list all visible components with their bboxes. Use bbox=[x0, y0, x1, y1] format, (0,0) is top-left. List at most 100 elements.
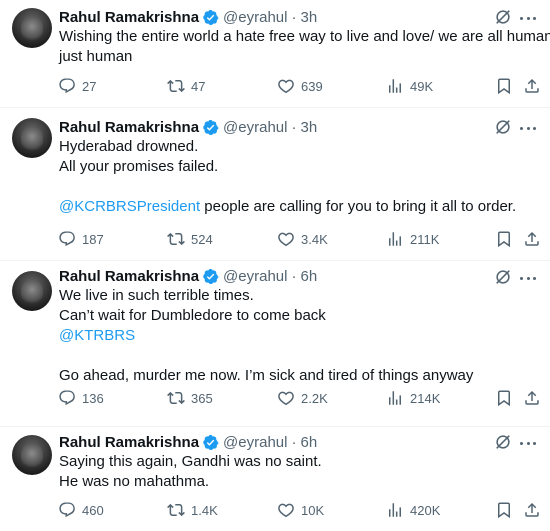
timestamp[interactable]: 6h bbox=[300, 268, 317, 285]
retweet-button[interactable]: 365 bbox=[167, 388, 213, 408]
like-icon bbox=[278, 79, 294, 94]
like-icon bbox=[278, 503, 294, 518]
share-button[interactable] bbox=[523, 76, 541, 96]
tweet[interactable]: Rahul Ramakrishna @eyrahul · 6h We live … bbox=[0, 261, 550, 427]
tweet-actions: 27 47 639 49K bbox=[0, 76, 550, 96]
author-name[interactable]: Rahul Ramakrishna bbox=[59, 268, 199, 285]
views-button[interactable]: 420K bbox=[386, 500, 440, 520]
tweet[interactable]: Rahul Ramakrishna @eyrahul · 6h Saying t… bbox=[0, 427, 550, 531]
reply-button[interactable]: 187 bbox=[58, 229, 104, 249]
tweet-text: Wishing the entire world a hate free way… bbox=[59, 27, 550, 67]
separator-dot: · bbox=[291, 267, 297, 285]
share-icon bbox=[525, 78, 539, 93]
author-handle[interactable]: @eyrahul bbox=[223, 434, 287, 451]
author-name[interactable]: Rahul Ramakrishna bbox=[59, 9, 199, 26]
bookmark-icon bbox=[498, 231, 510, 248]
tweet-text-line: Wishing the entire world a hate free way… bbox=[59, 28, 550, 45]
grok-icon[interactable] bbox=[494, 118, 512, 136]
like-icon bbox=[278, 232, 294, 247]
more-icon[interactable] bbox=[518, 434, 538, 452]
reply-icon bbox=[59, 231, 75, 247]
views-icon bbox=[389, 503, 401, 517]
share-icon bbox=[525, 502, 539, 517]
views-count: 420K bbox=[410, 502, 441, 518]
reply-count: 460 bbox=[82, 502, 104, 518]
like-count: 2.2K bbox=[301, 390, 328, 406]
reply-icon bbox=[59, 390, 75, 406]
timestamp[interactable]: 6h bbox=[300, 434, 317, 451]
views-count: 211K bbox=[410, 231, 440, 247]
bookmark-icon bbox=[498, 502, 510, 519]
retweet-button[interactable]: 524 bbox=[167, 229, 213, 249]
separator-dot: · bbox=[291, 433, 297, 451]
author-name[interactable]: Rahul Ramakrishna bbox=[59, 119, 199, 136]
reply-button[interactable]: 27 bbox=[58, 76, 96, 96]
like-count: 10K bbox=[301, 502, 325, 518]
more-icon[interactable] bbox=[518, 119, 538, 137]
mention-link[interactable]: @KTRBRS bbox=[59, 327, 135, 344]
reply-icon bbox=[59, 502, 75, 518]
grok-icon[interactable] bbox=[494, 433, 512, 451]
views-button[interactable]: 211K bbox=[386, 229, 439, 249]
like-button[interactable]: 3.4K bbox=[277, 229, 328, 249]
tweet-text: Hyderabad drowned. All your promises fai… bbox=[59, 137, 538, 217]
bookmark-button[interactable] bbox=[495, 500, 513, 520]
reply-button[interactable]: 460 bbox=[58, 500, 104, 520]
author-handle[interactable]: @eyrahul bbox=[223, 9, 287, 26]
tweet-text-blank bbox=[59, 177, 538, 197]
grok-icon[interactable] bbox=[494, 8, 512, 26]
timestamp[interactable]: 3h bbox=[300, 9, 317, 26]
views-button[interactable]: 49K bbox=[386, 76, 433, 96]
reply-count: 187 bbox=[82, 231, 104, 247]
tweet-text-line: @KTRBRS bbox=[59, 326, 538, 346]
views-count: 49K bbox=[410, 78, 434, 94]
retweet-count: 47 bbox=[191, 78, 206, 94]
like-button[interactable]: 2.2K bbox=[277, 388, 328, 408]
like-button[interactable]: 10K bbox=[277, 500, 324, 520]
verified-badge-icon bbox=[203, 119, 219, 135]
tweet-header: Rahul Ramakrishna @eyrahul · 6h bbox=[59, 266, 317, 286]
tweet-header: Rahul Ramakrishna @eyrahul · 6h bbox=[59, 432, 317, 452]
author-name[interactable]: Rahul Ramakrishna bbox=[59, 434, 199, 451]
avatar[interactable] bbox=[12, 8, 52, 48]
share-button[interactable] bbox=[523, 229, 541, 249]
bookmark-button[interactable] bbox=[495, 76, 513, 96]
retweet-icon bbox=[167, 232, 185, 246]
reply-icon bbox=[59, 78, 75, 94]
tweet[interactable]: Rahul Ramakrishna @eyrahul · 3h Hyderaba… bbox=[0, 108, 550, 261]
reply-button[interactable]: 136 bbox=[58, 388, 104, 408]
author-handle[interactable]: @eyrahul bbox=[223, 268, 287, 285]
views-button[interactable]: 214K bbox=[386, 388, 440, 408]
share-button[interactable] bbox=[523, 388, 541, 408]
tweet-text: We live in such terrible times. Can’t wa… bbox=[59, 286, 538, 386]
avatar[interactable] bbox=[12, 435, 52, 475]
mention-link[interactable]: @KCRBRSPresident bbox=[59, 198, 200, 215]
more-icon[interactable] bbox=[518, 269, 538, 287]
avatar[interactable] bbox=[12, 118, 52, 158]
like-button[interactable]: 639 bbox=[277, 76, 323, 96]
bookmark-button[interactable] bbox=[495, 388, 513, 408]
grok-icon[interactable] bbox=[494, 268, 512, 286]
retweet-icon bbox=[167, 391, 185, 405]
verified-badge-icon bbox=[203, 9, 219, 25]
retweet-button[interactable]: 1.4K bbox=[167, 500, 218, 520]
avatar[interactable] bbox=[12, 271, 52, 311]
share-button[interactable] bbox=[523, 500, 541, 520]
tweet-text: Saying this again, Gandhi was no saint. … bbox=[59, 452, 538, 492]
separator-dot: · bbox=[291, 8, 297, 26]
verified-badge-icon bbox=[203, 268, 219, 284]
tweet-header: Rahul Ramakrishna @eyrahul · 3h bbox=[59, 7, 317, 27]
tweet-text-line: Go ahead, murder me now. I’m sick and ti… bbox=[59, 367, 474, 384]
views-icon bbox=[389, 232, 401, 246]
tweet-text-line: Hyderabad drowned. bbox=[59, 138, 199, 155]
bookmark-button[interactable] bbox=[495, 229, 513, 249]
views-count: 214K bbox=[410, 390, 441, 406]
more-icon[interactable] bbox=[518, 9, 538, 27]
tweet[interactable]: Rahul Ramakrishna @eyrahul · 3h Wishing … bbox=[0, 0, 550, 108]
tweet-text-line: We live in such terrible times. bbox=[59, 287, 254, 304]
timestamp[interactable]: 3h bbox=[300, 119, 317, 136]
author-handle[interactable]: @eyrahul bbox=[223, 119, 287, 136]
retweet-count: 1.4K bbox=[191, 502, 218, 518]
tweet-actions: 460 1.4K 10K 420K bbox=[0, 500, 550, 520]
retweet-button[interactable]: 47 bbox=[167, 76, 205, 96]
